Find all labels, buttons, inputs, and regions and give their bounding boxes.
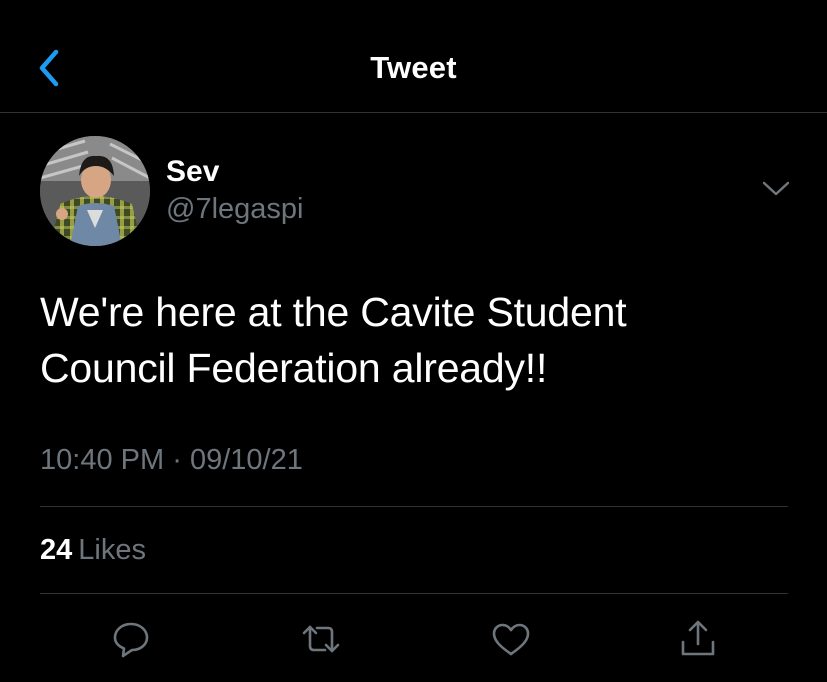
reply-button[interactable] <box>108 616 154 662</box>
more-options-button[interactable] <box>760 178 792 200</box>
likes-label: Likes <box>78 534 146 566</box>
tweet-date: 09/10/21 <box>189 444 303 476</box>
tweet-text-line: We're here at the Cavite Student <box>40 289 627 335</box>
chevron-down-icon <box>762 181 790 196</box>
heart-icon <box>492 623 530 656</box>
like-button[interactable] <box>488 616 534 662</box>
tweet-time: 10:40 PM <box>40 444 165 476</box>
tweet-text: We're here at the Cavite Student Council… <box>40 284 800 396</box>
timestamp-separator: · <box>172 444 182 476</box>
divider <box>40 593 788 594</box>
author-display-name[interactable]: Sev <box>166 155 219 189</box>
author-handle[interactable]: @7legaspi <box>166 193 303 226</box>
avatar[interactable] <box>40 136 150 246</box>
page-title: Tweet <box>370 50 457 85</box>
share-icon <box>681 620 715 656</box>
divider <box>40 506 788 507</box>
tweet-timestamp: 10:40 PM · 09/10/21 <box>40 444 303 477</box>
tweet-text-line: Council Federation already!! <box>40 345 548 391</box>
top-navigation-bar: Tweet <box>0 0 827 113</box>
likes-stat[interactable]: 24 Likes <box>40 534 146 567</box>
share-button[interactable] <box>675 616 721 662</box>
retweet-icon <box>302 625 340 653</box>
profile-photo <box>40 136 150 246</box>
likes-count: 24 <box>40 534 73 566</box>
comment-icon <box>113 622 149 658</box>
retweet-button[interactable] <box>298 616 344 662</box>
